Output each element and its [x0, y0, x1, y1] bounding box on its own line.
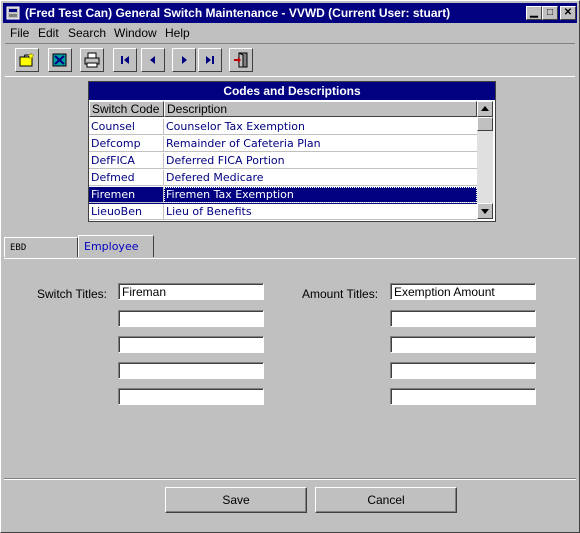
last-record-button[interactable] — [198, 48, 222, 72]
menu-file[interactable]: File — [10, 26, 29, 40]
title-bar[interactable]: (Fred Test Can) General Switch Maintenan… — [3, 3, 577, 23]
arrow-up-icon — [481, 106, 489, 111]
arrow-down-icon — [481, 209, 489, 214]
row-description: Firemen Tax Exemption — [164, 187, 477, 203]
toolbar — [5, 43, 575, 77]
row-description: Lieu of Benefits — [164, 204, 477, 220]
row-code: Counsel — [89, 119, 164, 135]
row-code: DefFICA — [89, 153, 164, 169]
amount-title-field-2[interactable] — [390, 310, 536, 327]
table-row[interactable]: LieuoBen Lieu of Benefits — [89, 204, 477, 221]
delete-record-icon — [52, 53, 67, 67]
menu-search[interactable]: Search — [68, 26, 106, 40]
scroll-up-button[interactable] — [477, 101, 493, 117]
previous-record-icon — [150, 56, 155, 64]
amount-title-field-5[interactable] — [390, 388, 536, 405]
close-icon: ✕ — [563, 7, 573, 18]
menu-help[interactable]: Help — [165, 26, 190, 40]
exit-button[interactable] — [229, 48, 253, 72]
scroll-thumb[interactable] — [477, 117, 493, 131]
switch-title-field-1[interactable]: Fireman — [118, 283, 264, 300]
column-header-description[interactable]: Description — [164, 101, 477, 117]
new-record-icon — [19, 52, 35, 67]
switch-titles-label: Switch Titles: — [37, 287, 108, 301]
table-row[interactable]: Defmed Defered Medicare — [89, 170, 477, 187]
print-icon — [84, 52, 100, 68]
print-button[interactable] — [80, 48, 104, 72]
tab-strip: EBD Employee — [4, 235, 576, 259]
first-record-icon — [121, 56, 129, 64]
previous-record-button[interactable] — [141, 48, 165, 72]
row-description: Deferred FICA Portion — [164, 153, 477, 169]
exit-icon — [234, 52, 248, 68]
next-record-button[interactable] — [172, 48, 196, 72]
table-row[interactable]: DefFICA Deferred FICA Portion — [89, 153, 477, 170]
first-record-button[interactable] — [113, 48, 137, 72]
menu-window[interactable]: Window — [114, 26, 157, 40]
amount-titles-label: Amount Titles: — [302, 287, 379, 301]
table-row[interactable]: Counsel Counselor Tax Exemption — [89, 119, 477, 136]
switch-title-field-2[interactable] — [118, 310, 264, 327]
grid-scrollbar[interactable] — [477, 101, 493, 219]
row-description: Counselor Tax Exemption — [164, 119, 477, 135]
column-header-switch-code[interactable]: Switch Code — [89, 101, 164, 117]
minimize-button[interactable]: ▁ — [526, 6, 542, 20]
switch-title-field-4[interactable] — [118, 362, 264, 379]
tab-employee[interactable]: Employee — [78, 235, 154, 257]
row-description: Defered Medicare — [164, 170, 477, 186]
last-record-icon — [206, 56, 214, 64]
menu-edit[interactable]: Edit — [38, 26, 59, 40]
table-row-selected[interactable]: Firemen Firemen Tax Exemption — [89, 187, 477, 204]
app-icon — [6, 6, 20, 20]
row-code: Firemen — [89, 187, 164, 203]
table-row[interactable]: Defcomp Remainder of Cafeteria Plan — [89, 136, 477, 153]
maximize-icon: □ — [546, 7, 554, 18]
amount-title-field-1[interactable]: Exemption Amount — [390, 283, 536, 300]
codes-grid: Codes and Descriptions Switch Code Descr… — [88, 81, 496, 222]
row-code: Defmed — [89, 170, 164, 186]
row-code: Defcomp — [89, 136, 164, 152]
amount-title-field-4[interactable] — [390, 362, 536, 379]
app-window: (Fred Test Can) General Switch Maintenan… — [0, 0, 580, 533]
new-record-button[interactable] — [15, 48, 39, 72]
amount-title-field-3[interactable] — [390, 336, 536, 353]
row-description: Remainder of Cafeteria Plan — [164, 136, 477, 152]
close-button[interactable]: ✕ — [560, 6, 576, 20]
row-code: LieuoBen — [89, 204, 164, 220]
tab-ebd[interactable]: EBD — [4, 237, 78, 257]
employee-tab-panel: Switch Titles: Fireman Amount Titles: Ex… — [4, 258, 576, 479]
cancel-button[interactable]: Cancel — [315, 487, 457, 513]
save-button[interactable]: Save — [165, 487, 307, 513]
grid-title: Codes and Descriptions — [89, 82, 495, 100]
delete-record-button[interactable] — [48, 48, 72, 72]
maximize-button[interactable]: □ — [542, 6, 558, 20]
window-title: (Fred Test Can) General Switch Maintenan… — [25, 6, 451, 20]
next-record-icon — [182, 56, 187, 64]
scroll-down-button[interactable] — [477, 203, 493, 219]
minimize-icon: ▁ — [530, 7, 538, 18]
switch-title-field-3[interactable] — [118, 336, 264, 353]
menu-bar: File Edit Search Window Help — [3, 23, 577, 41]
switch-title-field-5[interactable] — [118, 388, 264, 405]
